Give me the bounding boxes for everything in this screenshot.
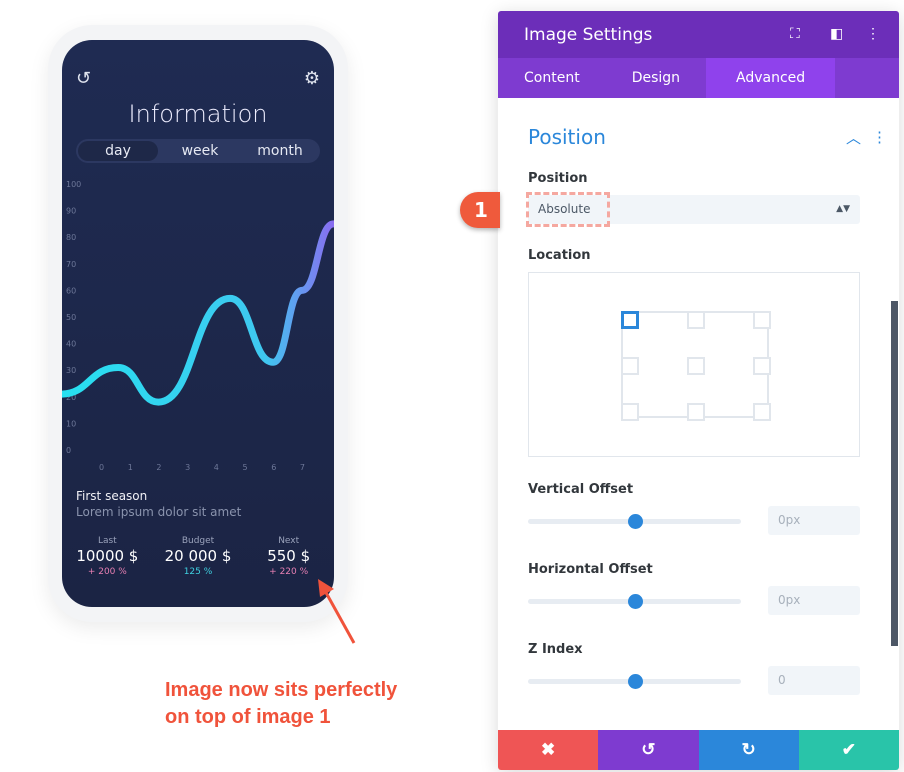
location-point[interactable] xyxy=(687,357,705,375)
horizontal-offset-input[interactable]: 0px xyxy=(768,586,860,615)
discard-button[interactable]: ✖ xyxy=(498,730,599,770)
select-arrows-icon: ▲▼ xyxy=(836,204,850,214)
y-tick-label: 0 xyxy=(66,446,71,455)
position-label: Position xyxy=(528,171,588,186)
tab-design[interactable]: Design xyxy=(606,58,706,98)
x-tick-label: 4 xyxy=(214,463,219,472)
x-tick-label: 2 xyxy=(156,463,161,472)
x-tick-label: 3 xyxy=(185,463,190,472)
location-point[interactable] xyxy=(621,311,639,329)
y-tick-label: 80 xyxy=(66,233,76,242)
fullscreen-icon[interactable]: ⛶ xyxy=(790,25,800,42)
location-point[interactable] xyxy=(687,403,705,421)
tab-advanced[interactable]: Advanced xyxy=(706,58,836,98)
y-tick-label: 30 xyxy=(66,366,76,375)
location-point[interactable] xyxy=(687,311,705,329)
chevron-up-icon[interactable]: ︿ xyxy=(846,127,861,148)
phone-screen: ↺ ⚙ Information day week month 100 90 80 70… xyxy=(62,40,334,607)
z-index-label: Z Index xyxy=(528,642,583,657)
location-point[interactable] xyxy=(621,357,639,375)
save-button[interactable]: ✔ xyxy=(798,730,899,770)
vertical-offset-slider[interactable] xyxy=(528,514,741,529)
annotation-arrow xyxy=(318,579,356,644)
more-options-icon[interactable]: ⋮ xyxy=(866,25,880,42)
info-title: First season xyxy=(76,489,148,503)
section-title[interactable]: Position xyxy=(528,125,606,149)
tab-content[interactable]: Content xyxy=(498,58,606,98)
location-label: Location xyxy=(528,248,591,263)
y-tick-label: 90 xyxy=(66,207,76,216)
vertical-offset-label: Vertical Offset xyxy=(528,482,634,497)
y-tick-label: 60 xyxy=(66,286,76,295)
z-index-slider[interactable] xyxy=(528,674,741,689)
location-point[interactable] xyxy=(621,403,639,421)
split-view-icon[interactable]: ◧ xyxy=(830,25,843,42)
info-subtitle: Lorem ipsum dolor sit amet xyxy=(76,505,242,519)
location-point[interactable] xyxy=(753,311,771,329)
slider-thumb[interactable] xyxy=(627,674,643,689)
y-tick-label: 70 xyxy=(66,260,76,269)
image-settings-panel: Image Settings ⛶ ◧ ⋮ Content Design Adva… xyxy=(498,11,899,770)
redo-button[interactable]: ↻ xyxy=(698,730,799,770)
x-tick-label: 0 xyxy=(99,463,104,472)
horizontal-offset-slider[interactable] xyxy=(528,594,741,609)
x-tick-label: 1 xyxy=(128,463,133,472)
horizontal-offset-label: Horizontal Offset xyxy=(528,562,653,577)
slider-thumb[interactable] xyxy=(627,514,643,529)
undo-button[interactable]: ↺ xyxy=(598,730,699,770)
vertical-offset-input[interactable]: 0px xyxy=(768,506,860,535)
section-more-icon[interactable]: ⋮ xyxy=(872,128,887,146)
location-point[interactable] xyxy=(753,357,771,375)
y-tick-label: 40 xyxy=(66,340,76,349)
location-picker xyxy=(528,272,860,457)
z-index-input[interactable]: 0 xyxy=(768,666,860,695)
y-tick-label: 100 xyxy=(66,180,81,189)
x-tick-label: 5 xyxy=(243,463,248,472)
scrollbar[interactable] xyxy=(891,301,898,646)
step-badge: 1 xyxy=(460,192,500,228)
highlight-box xyxy=(526,192,610,227)
stat-last: Last 10000 $ + 200 % xyxy=(76,536,139,577)
location-point[interactable] xyxy=(753,403,771,421)
slider-thumb[interactable] xyxy=(627,594,643,609)
panel-title: Image Settings xyxy=(524,25,653,45)
y-tick-label: 50 xyxy=(66,313,76,322)
annotation-text: Image now sits perfectly on top of image … xyxy=(165,679,398,728)
series-line xyxy=(62,220,334,406)
x-tick-label: 7 xyxy=(300,463,305,472)
stat-budget: Budget 20 000 $125 % xyxy=(164,536,232,577)
stat-next: Next 550 $ + 220 % xyxy=(267,536,311,577)
line-chart: 10090807060504030201000 1 2 3 4 5 6 7 xyxy=(62,180,334,472)
y-tick-label: 10 xyxy=(66,419,76,428)
x-tick-label: 6 xyxy=(271,463,276,472)
